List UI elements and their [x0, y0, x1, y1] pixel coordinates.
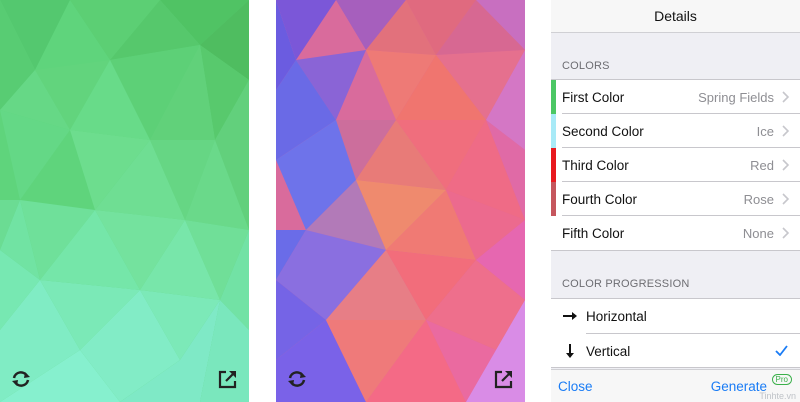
row-label: Fourth Color — [562, 191, 638, 207]
row-value: Rose — [743, 191, 774, 207]
close-button[interactable]: Close — [558, 379, 593, 394]
fifth-color-row[interactable]: Fifth Color None — [551, 216, 800, 250]
wallpaper-preview-pink — [276, 0, 525, 402]
colors-section-header: COLORS — [562, 60, 610, 72]
bottom-toolbar: Close Generate Pro Tinhte.vn — [551, 369, 800, 402]
chevron-right-icon — [782, 91, 790, 103]
pro-badge: Pro — [771, 374, 792, 385]
option-label: Horizontal — [586, 309, 647, 324]
refresh-icon[interactable] — [286, 368, 308, 390]
refresh-icon[interactable] — [10, 368, 32, 390]
row-label: Third Color — [562, 157, 629, 173]
pink-polygon-wallpaper — [276, 0, 525, 402]
green-polygon-wallpaper — [0, 0, 249, 402]
row-value: Spring Fields — [698, 89, 774, 105]
row-value: Ice — [756, 123, 774, 139]
third-color-row[interactable]: Third Color Red — [551, 148, 800, 182]
second-color-swatch — [551, 114, 556, 148]
watermark: Tinhte.vn — [759, 391, 796, 401]
chevron-right-icon — [782, 159, 790, 171]
details-screen: Details COLORS First Color Spring Fields… — [551, 0, 800, 402]
chevron-right-icon — [782, 193, 790, 205]
colors-list: First Color Spring Fields Second Color I… — [551, 79, 800, 251]
chevron-right-icon — [782, 227, 790, 239]
row-label: First Color — [562, 89, 625, 105]
share-icon[interactable] — [493, 368, 515, 390]
checkmark-icon — [775, 345, 788, 356]
fourth-color-swatch — [551, 182, 556, 216]
row-value: None — [742, 225, 774, 241]
option-label: Vertical — [586, 344, 631, 359]
row-label: Fifth Color — [562, 225, 625, 241]
row-label: Second Color — [562, 123, 644, 139]
second-color-row[interactable]: Second Color Ice — [551, 114, 800, 148]
arrow-right-icon — [563, 312, 577, 320]
horizontal-option[interactable]: Horizontal — [551, 299, 800, 334]
third-color-swatch — [551, 148, 556, 182]
navigation-bar: Details — [551, 0, 800, 33]
share-icon[interactable] — [217, 368, 239, 390]
progression-list: Horizontal Vertical — [551, 298, 800, 368]
page-title: Details — [654, 8, 697, 24]
vertical-option[interactable]: Vertical — [551, 334, 800, 369]
arrow-down-icon — [566, 344, 574, 358]
chevron-right-icon — [782, 125, 790, 137]
progression-section-header: COLOR PROGRESSION — [562, 278, 690, 290]
first-color-swatch — [551, 80, 556, 114]
first-color-row[interactable]: First Color Spring Fields — [551, 80, 800, 114]
wallpaper-preview-green — [0, 0, 249, 402]
row-value: Red — [750, 157, 774, 173]
fourth-color-row[interactable]: Fourth Color Rose — [551, 182, 800, 216]
